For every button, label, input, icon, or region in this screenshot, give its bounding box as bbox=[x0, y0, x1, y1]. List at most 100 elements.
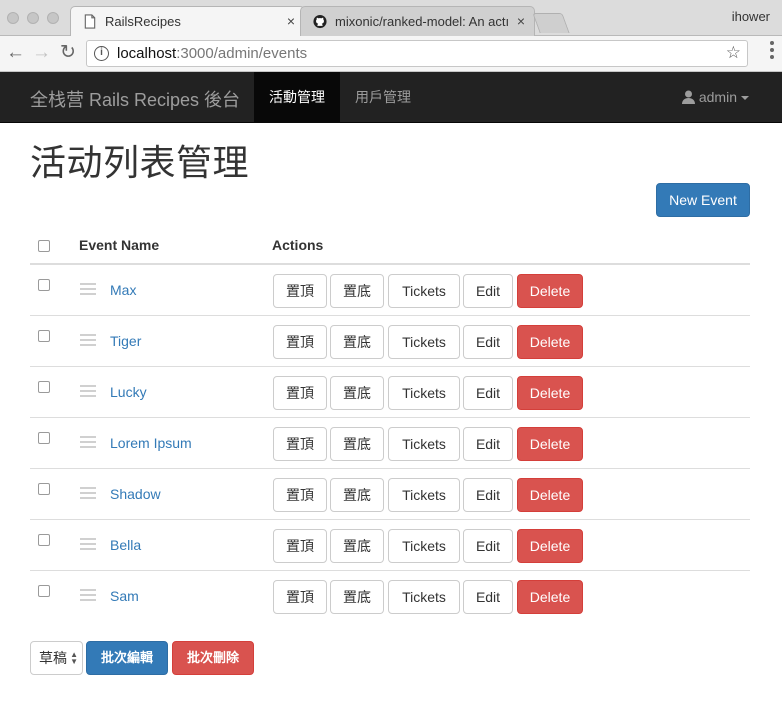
profile-name[interactable]: ihower bbox=[732, 9, 770, 24]
event-name-link[interactable]: Max bbox=[110, 282, 136, 298]
batch-edit-button[interactable]: 批次編輯 bbox=[86, 641, 168, 675]
close-tab-icon[interactable]: × bbox=[517, 7, 525, 36]
browser-tab-github[interactable]: mixonic/ranked-model: An actı × bbox=[300, 6, 535, 37]
drag-handle-icon[interactable] bbox=[80, 589, 96, 604]
drag-handle-icon[interactable] bbox=[80, 538, 96, 553]
table-row: Bella 置頂 置底 Tickets Edit Delete bbox=[30, 520, 750, 571]
move-top-button[interactable]: 置頂 bbox=[273, 529, 327, 563]
table-row: Lucky 置頂 置底 Tickets Edit Delete bbox=[30, 367, 750, 418]
events-table: Event Name Actions Max 置頂 置底 Tickets Edit Del… bbox=[30, 226, 750, 622]
tickets-button[interactable]: Tickets bbox=[388, 427, 460, 461]
browser-toolbar: ← → ↻ i localhost:3000/admin/events ☆ bbox=[0, 36, 782, 72]
window-minimize-dot[interactable] bbox=[27, 12, 39, 24]
row-checkbox[interactable] bbox=[38, 432, 50, 444]
delete-button[interactable]: Delete bbox=[517, 529, 583, 563]
app-navbar: 全栈营 Rails Recipes 後台 活動管理 用戶管理 admin bbox=[0, 72, 782, 123]
delete-button[interactable]: Delete bbox=[517, 274, 583, 308]
page-title: 活动列表管理 bbox=[30, 142, 250, 183]
move-top-button[interactable]: 置頂 bbox=[273, 580, 327, 614]
nav-users[interactable]: 用戶管理 bbox=[340, 72, 426, 122]
status-select[interactable]: 草稿 ▲ ▼ bbox=[30, 641, 83, 675]
browser-tab-strip: RailsRecipes × mixonic/ranked-model: An … bbox=[0, 0, 782, 37]
drag-handle-icon[interactable] bbox=[80, 283, 96, 298]
batch-delete-button[interactable]: 批次刪除 bbox=[172, 641, 254, 675]
edit-button[interactable]: Edit bbox=[463, 427, 513, 461]
new-event-button[interactable]: New Event bbox=[656, 183, 750, 217]
tickets-button[interactable]: Tickets bbox=[388, 478, 460, 512]
move-bottom-button[interactable]: 置底 bbox=[330, 478, 384, 512]
user-dropdown[interactable]: admin bbox=[681, 72, 749, 122]
delete-button[interactable]: Delete bbox=[517, 580, 583, 614]
header-actions: Actions bbox=[272, 237, 324, 253]
url-host: localhost bbox=[117, 45, 177, 62]
reload-icon[interactable]: ↻ bbox=[60, 43, 76, 63]
event-name-link[interactable]: Bella bbox=[110, 537, 141, 553]
move-bottom-button[interactable]: 置底 bbox=[330, 325, 384, 359]
move-bottom-button[interactable]: 置底 bbox=[330, 274, 384, 308]
edit-button[interactable]: Edit bbox=[463, 274, 513, 308]
tickets-button[interactable]: Tickets bbox=[388, 325, 460, 359]
event-name-link[interactable]: Lorem Ipsum bbox=[110, 435, 192, 451]
tickets-button[interactable]: Tickets bbox=[388, 376, 460, 410]
event-name-link[interactable]: Shadow bbox=[110, 486, 161, 502]
delete-button[interactable]: Delete bbox=[517, 478, 583, 512]
drag-handle-icon[interactable] bbox=[80, 487, 96, 502]
table-body: Max 置頂 置底 Tickets Edit Delete Tiger 置頂 置底 Tickets… bbox=[30, 265, 750, 622]
edit-button[interactable]: Edit bbox=[463, 478, 513, 512]
table-row: Tiger 置頂 置底 Tickets Edit Delete bbox=[30, 316, 750, 367]
address-bar[interactable]: i localhost:3000/admin/events ☆ bbox=[86, 40, 748, 67]
edit-button[interactable]: Edit bbox=[463, 529, 513, 563]
move-bottom-button[interactable]: 置底 bbox=[330, 427, 384, 461]
row-checkbox[interactable] bbox=[38, 534, 50, 546]
delete-button[interactable]: Delete bbox=[517, 376, 583, 410]
tickets-button[interactable]: Tickets bbox=[388, 274, 460, 308]
header-event-name: Event Name bbox=[79, 237, 160, 253]
github-icon bbox=[313, 14, 327, 29]
delete-button[interactable]: Delete bbox=[517, 325, 583, 359]
drag-handle-icon[interactable] bbox=[80, 385, 96, 400]
table-row: Sam 置頂 置底 Tickets Edit Delete bbox=[30, 571, 750, 622]
tickets-button[interactable]: Tickets bbox=[388, 580, 460, 614]
select-all-checkbox[interactable] bbox=[38, 240, 50, 252]
delete-button[interactable]: Delete bbox=[517, 427, 583, 461]
edit-button[interactable]: Edit bbox=[463, 325, 513, 359]
info-icon[interactable]: i bbox=[94, 46, 109, 61]
back-arrow-icon[interactable]: ← bbox=[6, 43, 25, 63]
browser-tab-railsrecipes[interactable]: RailsRecipes × bbox=[70, 6, 305, 37]
row-checkbox[interactable] bbox=[38, 483, 50, 495]
window-close-dot[interactable] bbox=[7, 12, 19, 24]
tab-title: RailsRecipes bbox=[105, 14, 181, 29]
event-name-link[interactable]: Sam bbox=[110, 588, 139, 604]
tickets-button[interactable]: Tickets bbox=[388, 529, 460, 563]
move-top-button[interactable]: 置頂 bbox=[273, 478, 327, 512]
drag-handle-icon[interactable] bbox=[80, 334, 96, 349]
row-checkbox[interactable] bbox=[38, 585, 50, 597]
drag-handle-icon[interactable] bbox=[80, 436, 96, 451]
new-tab-button[interactable] bbox=[532, 13, 570, 33]
edit-button[interactable]: Edit bbox=[463, 580, 513, 614]
row-checkbox[interactable] bbox=[38, 330, 50, 342]
window-zoom-dot[interactable] bbox=[47, 12, 59, 24]
move-top-button[interactable]: 置頂 bbox=[273, 376, 327, 410]
move-top-button[interactable]: 置頂 bbox=[273, 427, 327, 461]
brand-link[interactable]: 全栈营 Rails Recipes 後台 bbox=[30, 86, 240, 112]
table-header: Event Name Actions bbox=[30, 226, 750, 265]
browser-menu-icon[interactable] bbox=[770, 41, 774, 62]
move-bottom-button[interactable]: 置底 bbox=[330, 376, 384, 410]
bookmark-star-icon[interactable]: ☆ bbox=[726, 43, 741, 63]
event-name-link[interactable]: Lucky bbox=[110, 384, 147, 400]
forward-arrow-icon[interactable]: → bbox=[32, 43, 51, 63]
move-bottom-button[interactable]: 置底 bbox=[330, 580, 384, 614]
url-text[interactable]: localhost:3000/admin/events bbox=[117, 45, 307, 62]
move-top-button[interactable]: 置頂 bbox=[273, 274, 327, 308]
move-bottom-button[interactable]: 置底 bbox=[330, 529, 384, 563]
nav-events[interactable]: 活動管理 bbox=[254, 72, 340, 122]
edit-button[interactable]: Edit bbox=[463, 376, 513, 410]
row-checkbox[interactable] bbox=[38, 381, 50, 393]
row-checkbox[interactable] bbox=[38, 279, 50, 291]
move-top-button[interactable]: 置頂 bbox=[273, 325, 327, 359]
select-arrows-icon: ▲ ▼ bbox=[70, 650, 78, 666]
user-name: admin bbox=[698, 89, 737, 105]
close-tab-icon[interactable]: × bbox=[287, 7, 295, 36]
event-name-link[interactable]: Tiger bbox=[110, 333, 141, 349]
